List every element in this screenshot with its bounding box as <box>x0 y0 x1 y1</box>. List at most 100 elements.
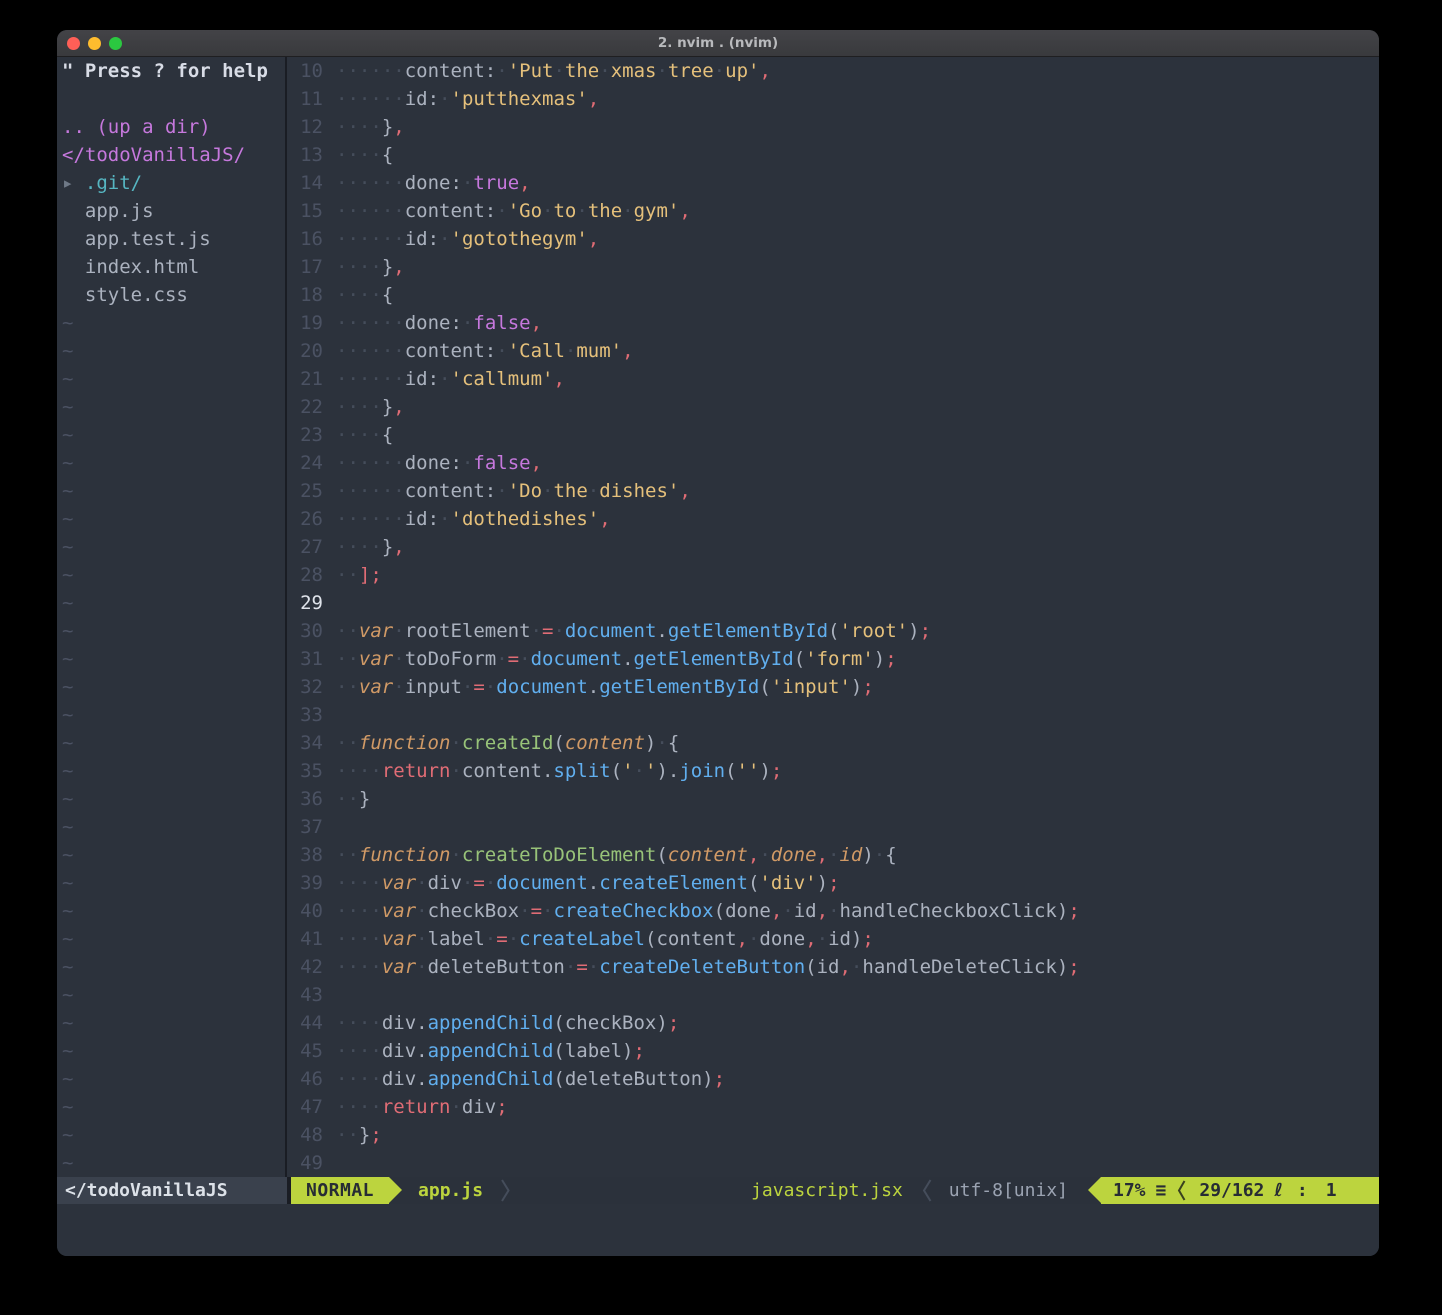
code-line[interactable]: 44····div.appendChild(checkBox); <box>287 1009 1379 1037</box>
lines-icon: ≡ <box>1156 1177 1167 1204</box>
file-explorer[interactable]: " Press ? for help .. (up a dir)</todoVan… <box>57 57 285 1177</box>
code-text: ····{ <box>336 424 393 446</box>
explorer-entry[interactable] <box>62 85 285 113</box>
code-line[interactable]: 45 ····div.appendChild(label); <box>287 1037 1379 1065</box>
command-line[interactable] <box>57 1204 1379 1256</box>
explorer-entry[interactable]: ▸ .git/ <box>62 169 285 197</box>
code-line[interactable]: 46····div.appendChild(deleteButton); <box>287 1065 1379 1093</box>
code-line[interactable]: 38··function·createToDoElement(content,·… <box>287 841 1379 869</box>
powerline-arrow-icon <box>1088 1177 1101 1203</box>
line-number: 44 <box>287 1009 323 1037</box>
empty-line-tilde: ~ <box>62 841 285 869</box>
code-text: ····div.appendChild(label); <box>336 1040 645 1062</box>
empty-line-tilde: ~ <box>62 1037 285 1065</box>
code-line[interactable]: 30··var·rootElement·=·document.getElemen… <box>287 617 1379 645</box>
code-line[interactable]: 22····}, <box>287 393 1379 421</box>
code-line[interactable]: 23····{ <box>287 421 1379 449</box>
statusline-position: 17% ≡ 29/162 ℓ : 1 <box>1101 1177 1379 1204</box>
explorer-entry[interactable]: </todoVanillaJS/ <box>62 141 285 169</box>
line-number: 10 <box>287 57 323 85</box>
line-number: 26 <box>287 505 323 533</box>
code-line[interactable]: 33 <box>287 701 1379 729</box>
code-line[interactable]: 17 ····}, <box>287 253 1379 281</box>
line-number: 33 <box>287 701 323 729</box>
line-number: 20 <box>287 337 323 365</box>
colon-separator: : <box>1297 1177 1308 1204</box>
line-number: 39 <box>287 869 323 897</box>
code-line[interactable]: 43 <box>287 981 1379 1009</box>
explorer-entry[interactable]: style.css <box>62 281 285 309</box>
empty-line-tilde: ~ <box>62 729 285 757</box>
empty-line-tilde: ~ <box>62 617 285 645</box>
thin-separator-icon <box>921 1177 933 1204</box>
code-line[interactable]: 49 <box>287 1149 1379 1177</box>
code-line[interactable]: 13····{ <box>287 141 1379 169</box>
code-line[interactable]: 14······done:·true, <box>287 169 1379 197</box>
code-text: ····var·checkBox·=·createCheckbox(done,·… <box>336 900 1080 922</box>
code-line[interactable]: 42 ····var·deleteButton·=·createDeleteBut… <box>287 953 1379 981</box>
code-text: ··}; <box>336 1124 382 1146</box>
code-line[interactable]: 47····return·div; <box>287 1093 1379 1121</box>
explorer-entry[interactable]: index.html <box>62 253 285 281</box>
code-area[interactable]: 10······content:·'Put·the·xmas·tree·up',… <box>287 57 1379 1177</box>
line-number: 42 <box>287 953 323 981</box>
line-number: 14 <box>287 169 323 197</box>
code-line[interactable]: 36··} <box>287 785 1379 813</box>
code-line[interactable]: 29 <box>287 589 1379 617</box>
code-line[interactable]: 37 <box>287 813 1379 841</box>
zoom-button[interactable] <box>109 37 122 50</box>
explorer-entry[interactable]: app.js <box>62 197 285 225</box>
code-line[interactable]: 48··}; <box>287 1121 1379 1149</box>
line-number: 12 <box>287 113 323 141</box>
empty-line-tilde: ~ <box>62 589 285 617</box>
code-line[interactable]: 10······content:·'Put·the·xmas·tree·up', <box>287 57 1379 85</box>
code-line[interactable]: 27····}, <box>287 533 1379 561</box>
code-text: ··} <box>336 788 370 810</box>
code-text: ····}, <box>336 256 405 278</box>
code-line[interactable]: 21······id:·'callmum', <box>287 365 1379 393</box>
code-line[interactable]: 26······id:·'dothedishes', <box>287 505 1379 533</box>
empty-line-tilde: ~ <box>62 337 285 365</box>
code-line[interactable]: 41····var·label·=·createLabel(content,·d… <box>287 925 1379 953</box>
line-number: 18 <box>287 281 323 309</box>
minimize-button[interactable] <box>88 37 101 50</box>
code-line[interactable]: 28··]; <box>287 561 1379 589</box>
empty-line-tilde: ~ <box>62 477 285 505</box>
line-number: 43 <box>287 981 323 1009</box>
titlebar[interactable]: 2. nvim . (nvim) <box>57 30 1379 57</box>
code-line[interactable]: 39····var·div·=·document.createElement('… <box>287 869 1379 897</box>
line-number: 37 <box>287 813 323 841</box>
code-line[interactable]: 19······done:·false, <box>287 309 1379 337</box>
code-line[interactable]: 40····var·checkBox·=·createCheckbox(done… <box>287 897 1379 925</box>
code-line[interactable]: 25······content:·'Do·the·dishes', <box>287 477 1379 505</box>
code-line[interactable]: 16······id:·'gotothegym', <box>287 225 1379 253</box>
line-number: 24 <box>287 449 323 477</box>
explorer-entry[interactable]: app.test.js <box>62 225 285 253</box>
line-number: 28 <box>287 561 323 589</box>
empty-line-tilde: ~ <box>62 309 285 337</box>
empty-line-tilde: ~ <box>62 533 285 561</box>
line-number: 13 <box>287 141 323 169</box>
explorer-entry[interactable]: " Press ? for help <box>62 57 285 85</box>
code-text: ······content:·'Go·to·the·gym', <box>336 200 691 222</box>
close-button[interactable] <box>67 37 80 50</box>
code-line[interactable]: 35····return·content.split('·').join('')… <box>287 757 1379 785</box>
powerline-arrow-icon <box>389 1177 402 1203</box>
code-line[interactable]: 12····}, <box>287 113 1379 141</box>
code-line[interactable]: 11······id:·'putthexmas', <box>287 85 1379 113</box>
code-line[interactable]: 20······content:·'Call·mum', <box>287 337 1379 365</box>
code-text: ······done:·false, <box>336 312 542 334</box>
code-line[interactable]: 15······content:·'Go·to·the·gym', <box>287 197 1379 225</box>
nvim-panes: " Press ? for help .. (up a dir)</todoVan… <box>57 57 1379 1177</box>
empty-line-tilde: ~ <box>62 785 285 813</box>
code-line[interactable]: 32··var·input·=·document.getElementById(… <box>287 673 1379 701</box>
line-number: 45 <box>287 1037 323 1065</box>
code-text: ····var·deleteButton·=·createDeleteButto… <box>336 956 1080 978</box>
code-line[interactable]: 31··var·toDoForm·=·document.getElementBy… <box>287 645 1379 673</box>
code-line[interactable]: 18····{ <box>287 281 1379 309</box>
line-number: 46 <box>287 1065 323 1093</box>
explorer-entry[interactable]: .. (up a dir) <box>62 113 285 141</box>
code-line[interactable]: 34··function·createId(content)·{ <box>287 729 1379 757</box>
code-line[interactable]: 24······done:·false, <box>287 449 1379 477</box>
line-number: 17 <box>287 253 323 281</box>
